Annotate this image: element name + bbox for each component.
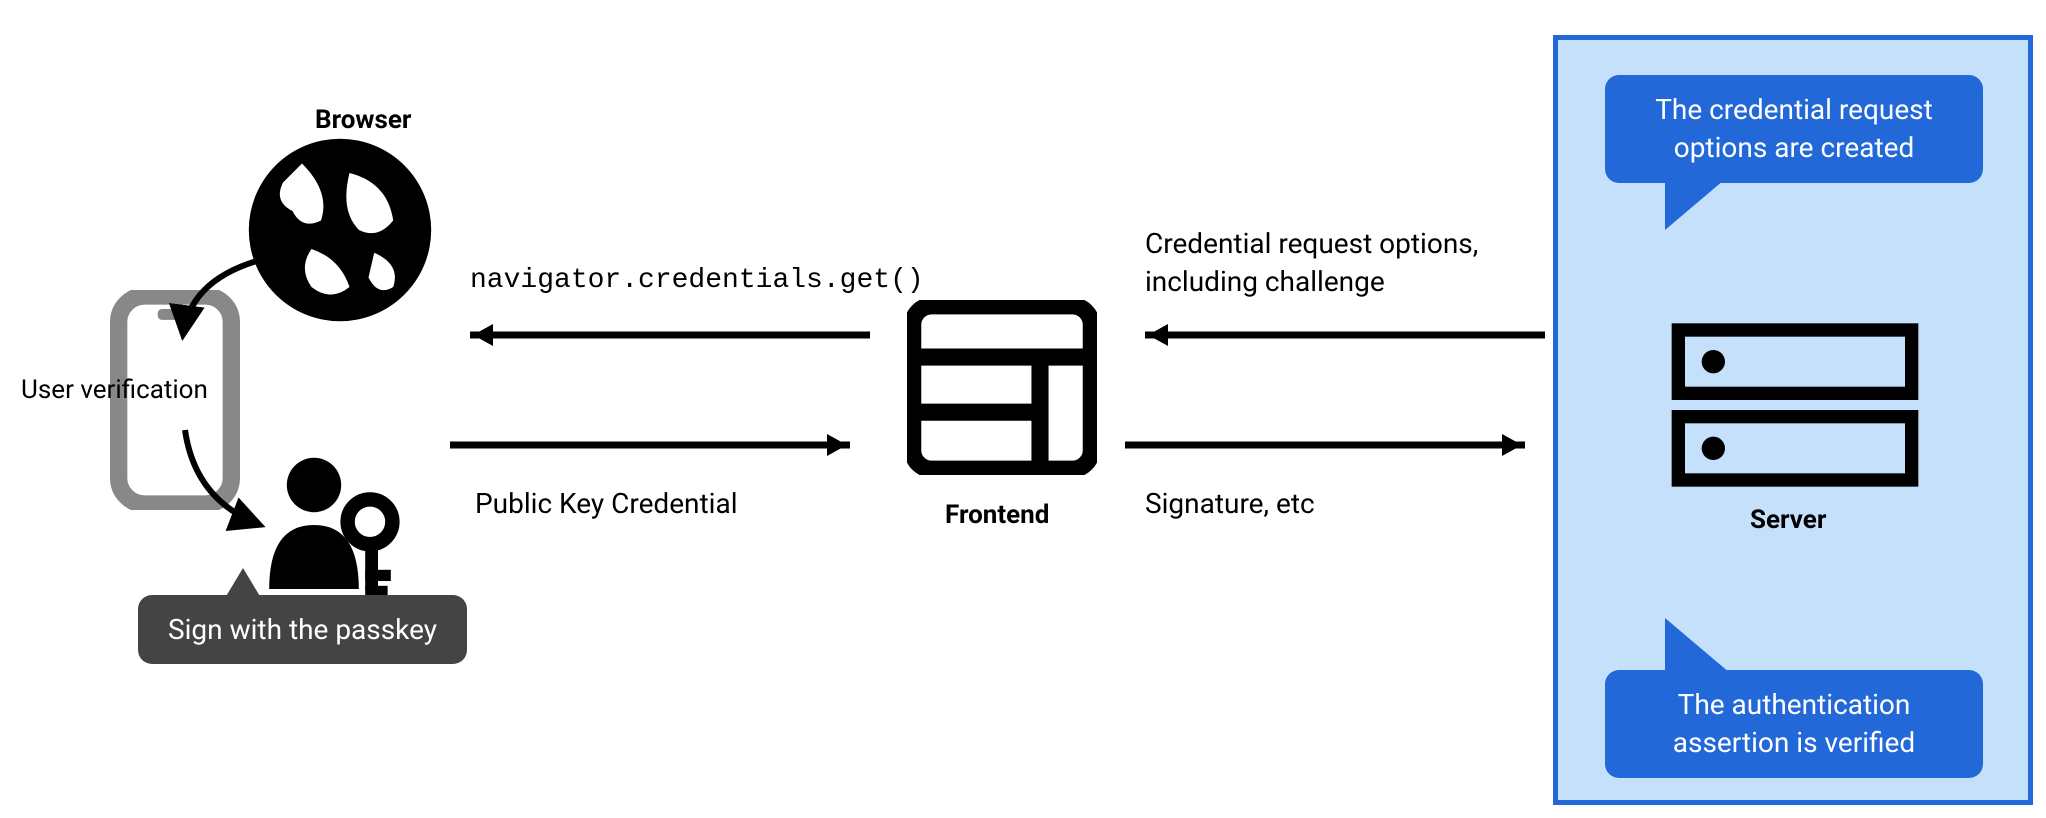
public-key-credential-label: Public Key Credential: [475, 487, 738, 520]
server-bubble-bottom: The authentication assertion is verified: [1605, 670, 1983, 778]
user-key-icon: [250, 445, 410, 605]
arrow-left-icon: [445, 320, 875, 350]
passkey-bubble: Sign with the passkey: [138, 595, 467, 664]
server-label: Server: [1750, 505, 1826, 535]
arrow-left-icon: [1120, 320, 1550, 350]
navigator-get-label: navigator.credentials.get(): [470, 265, 924, 296]
browser-label: Browser: [315, 105, 411, 135]
frontend-window-icon: [907, 300, 1097, 475]
signature-label: Signature, etc: [1145, 487, 1315, 520]
server-bubble-top-tail: [1665, 175, 1730, 230]
frontend-label: Frontend: [945, 500, 1049, 530]
server-bubble-top: The credential request options are creat…: [1605, 75, 1983, 183]
server-bubble-bottom-tail: [1665, 618, 1730, 673]
server-icon: [1670, 320, 1920, 490]
arrow-right-icon: [1120, 430, 1550, 460]
credreq-text: Credential request options, including ch…: [1145, 227, 1478, 298]
credential-request-options-label: Credential request options, including ch…: [1145, 225, 1478, 301]
passkey-bubble-tail: [225, 568, 261, 598]
arrow-right-icon: [445, 430, 875, 460]
